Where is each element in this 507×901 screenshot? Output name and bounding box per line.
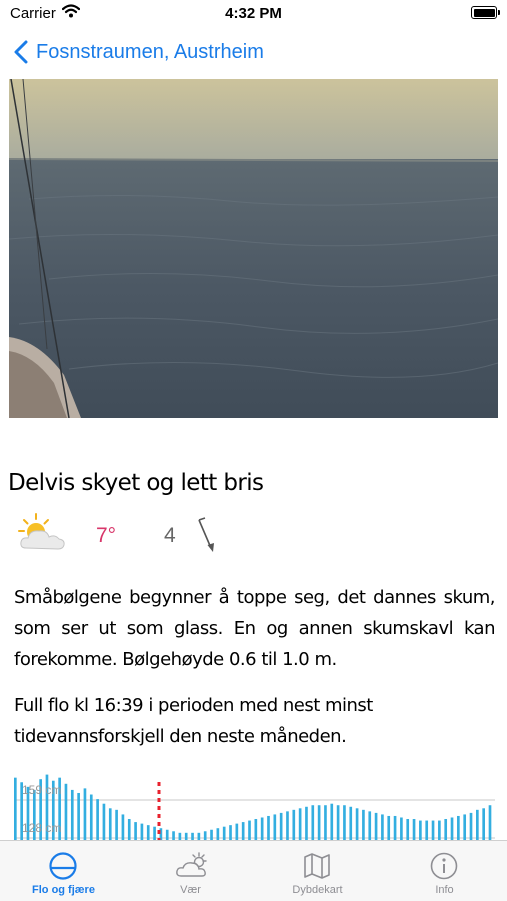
tide-bar [374, 812, 378, 842]
status-bar: Carrier 4:32 PM [0, 0, 507, 30]
partly-cloudy-icon [16, 512, 68, 557]
tab-bar: Flo og fjære Vær Dybdekart Info [0, 840, 507, 901]
tide-bar [14, 777, 17, 842]
tide-bar [317, 805, 321, 842]
tide-bar [260, 817, 264, 842]
tide-bar [108, 808, 112, 842]
tide-bar [127, 819, 131, 842]
tide-bar [387, 815, 391, 842]
battery-icon [471, 6, 500, 19]
tide-bar [248, 820, 251, 842]
tide-bar [292, 809, 296, 842]
tide-label-high: 159 cm [22, 783, 61, 797]
tide-bar [393, 815, 397, 842]
tide-bar [241, 822, 245, 842]
tab-tide-label: Flo og fjære [32, 884, 95, 896]
tide-bar [368, 811, 372, 842]
tide-bar [362, 809, 365, 842]
tide-bar [438, 820, 441, 842]
tide-bar [419, 820, 422, 842]
tide-icon [49, 852, 77, 880]
tide-bar [121, 814, 125, 842]
tide-bar [254, 819, 258, 842]
tide-bar [463, 814, 467, 842]
tide-bar [425, 820, 429, 842]
tide-bar [476, 809, 479, 842]
tide-bar [298, 808, 302, 842]
tide-bar [469, 812, 473, 842]
temperature: 7° [96, 524, 117, 547]
tab-weather[interactable]: Vær [127, 841, 254, 901]
tide-bar [286, 811, 289, 842]
tab-info[interactable]: Info [381, 841, 507, 901]
tide-bar [96, 799, 99, 842]
tab-weather-label: Vær [180, 884, 201, 896]
tab-info-label: Info [435, 884, 454, 896]
wave-description: Småbølgene begynner å toppe seg, det dan… [14, 587, 496, 670]
tide-bar [457, 815, 460, 842]
tide-info: Full flo kl 16:39 i perioden med nest mi… [14, 695, 373, 747]
weather-title: Delvis skyet og lett bris [8, 470, 264, 496]
tide-bar [89, 794, 93, 842]
tide-bar [77, 792, 80, 842]
tide-bar [412, 819, 416, 842]
tide-bar [349, 806, 353, 842]
tab-tide[interactable]: Flo og fjære [0, 841, 127, 901]
tide-bar [267, 815, 270, 842]
nav-bar: Fosnstraumen, Austrheim [0, 30, 507, 76]
tide-chart-svg: 159 cm 128 cm [14, 774, 495, 842]
tide-bar [70, 789, 74, 842]
tide-bar [444, 819, 448, 842]
tide-bar [64, 783, 68, 842]
tide-bar [431, 820, 435, 842]
tab-depth-map[interactable]: Dybdekart [254, 841, 381, 901]
chevron-left-icon[interactable] [14, 40, 28, 69]
tide-bar [330, 803, 334, 842]
tide-label-low: 128 cm [22, 821, 61, 835]
tide-bar [134, 822, 137, 842]
wind-direction-arrow-icon [192, 516, 218, 561]
tab-depth-map-label: Dybdekart [292, 884, 343, 896]
tide-bar [305, 806, 308, 842]
tide-bar [279, 812, 283, 842]
info-icon [430, 852, 458, 880]
map-icon [304, 853, 330, 879]
tide-bar [488, 805, 492, 842]
back-button[interactable]: Fosnstraumen, Austrheim [36, 41, 264, 64]
tide-bars [14, 774, 492, 842]
tide-bar [102, 803, 106, 842]
tide-bar [343, 805, 346, 842]
tide-bar [311, 805, 315, 842]
tide-bar [482, 808, 485, 842]
wind-speed: 4 [164, 524, 176, 547]
tide-bar [406, 819, 410, 842]
tide-bar [336, 805, 340, 842]
tide-bar [450, 817, 454, 842]
tide-bar [324, 805, 327, 842]
tide-bar [355, 808, 359, 842]
sea-photo [9, 79, 498, 418]
tide-bar [381, 814, 384, 842]
weather-icon [176, 852, 207, 877]
tide-bar [83, 788, 87, 842]
clock: 4:32 PM [225, 5, 282, 22]
tide-chart[interactable]: 159 cm 128 cm [0, 770, 507, 842]
tide-bar [115, 809, 118, 842]
tide-bar [273, 814, 277, 842]
tide-bar [400, 817, 403, 842]
